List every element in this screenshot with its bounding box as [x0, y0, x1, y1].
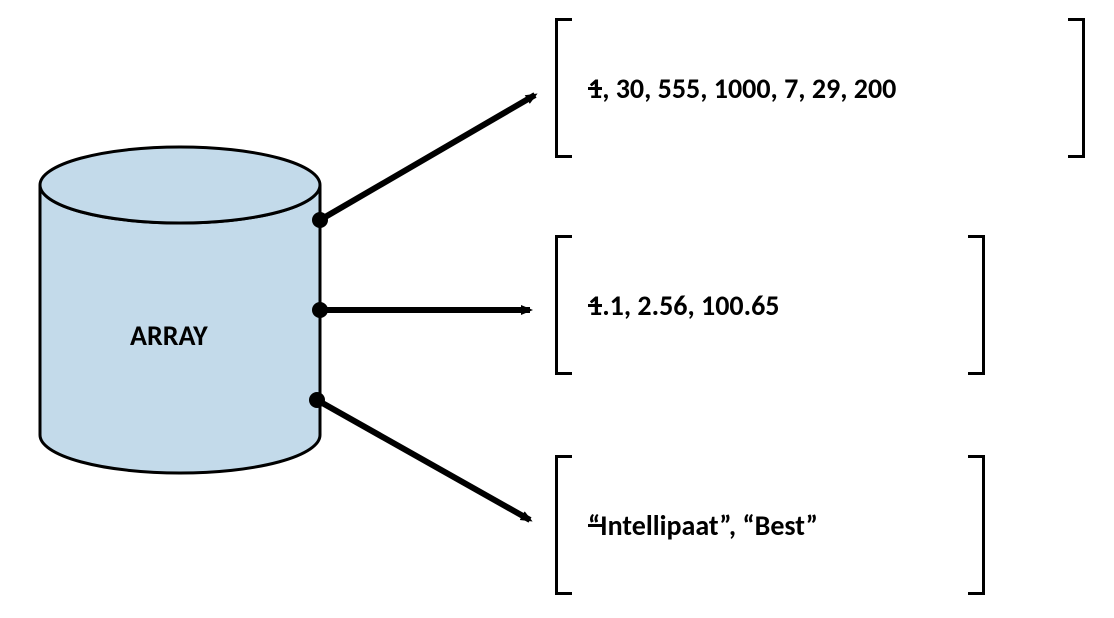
- example-strings-text: “Intellipaat”, “Best”: [588, 508, 818, 543]
- arrow-to-integers: [312, 95, 535, 228]
- example-floats: 1.1, 2.56, 100.65: [555, 235, 985, 375]
- arrow-to-floats: [312, 302, 530, 318]
- cylinder-label: ARRAY: [130, 318, 208, 353]
- example-integers: 1, 30, 555, 1000, 7, 29, 200: [555, 18, 1085, 158]
- example-strings: “Intellipaat”, “Best”: [555, 455, 985, 595]
- example-integers-text: 1, 30, 555, 1000, 7, 29, 200: [588, 71, 896, 106]
- array-cylinder: [40, 147, 320, 473]
- arrow-to-strings: [309, 392, 530, 520]
- example-floats-text: 1.1, 2.56, 100.65: [588, 288, 779, 323]
